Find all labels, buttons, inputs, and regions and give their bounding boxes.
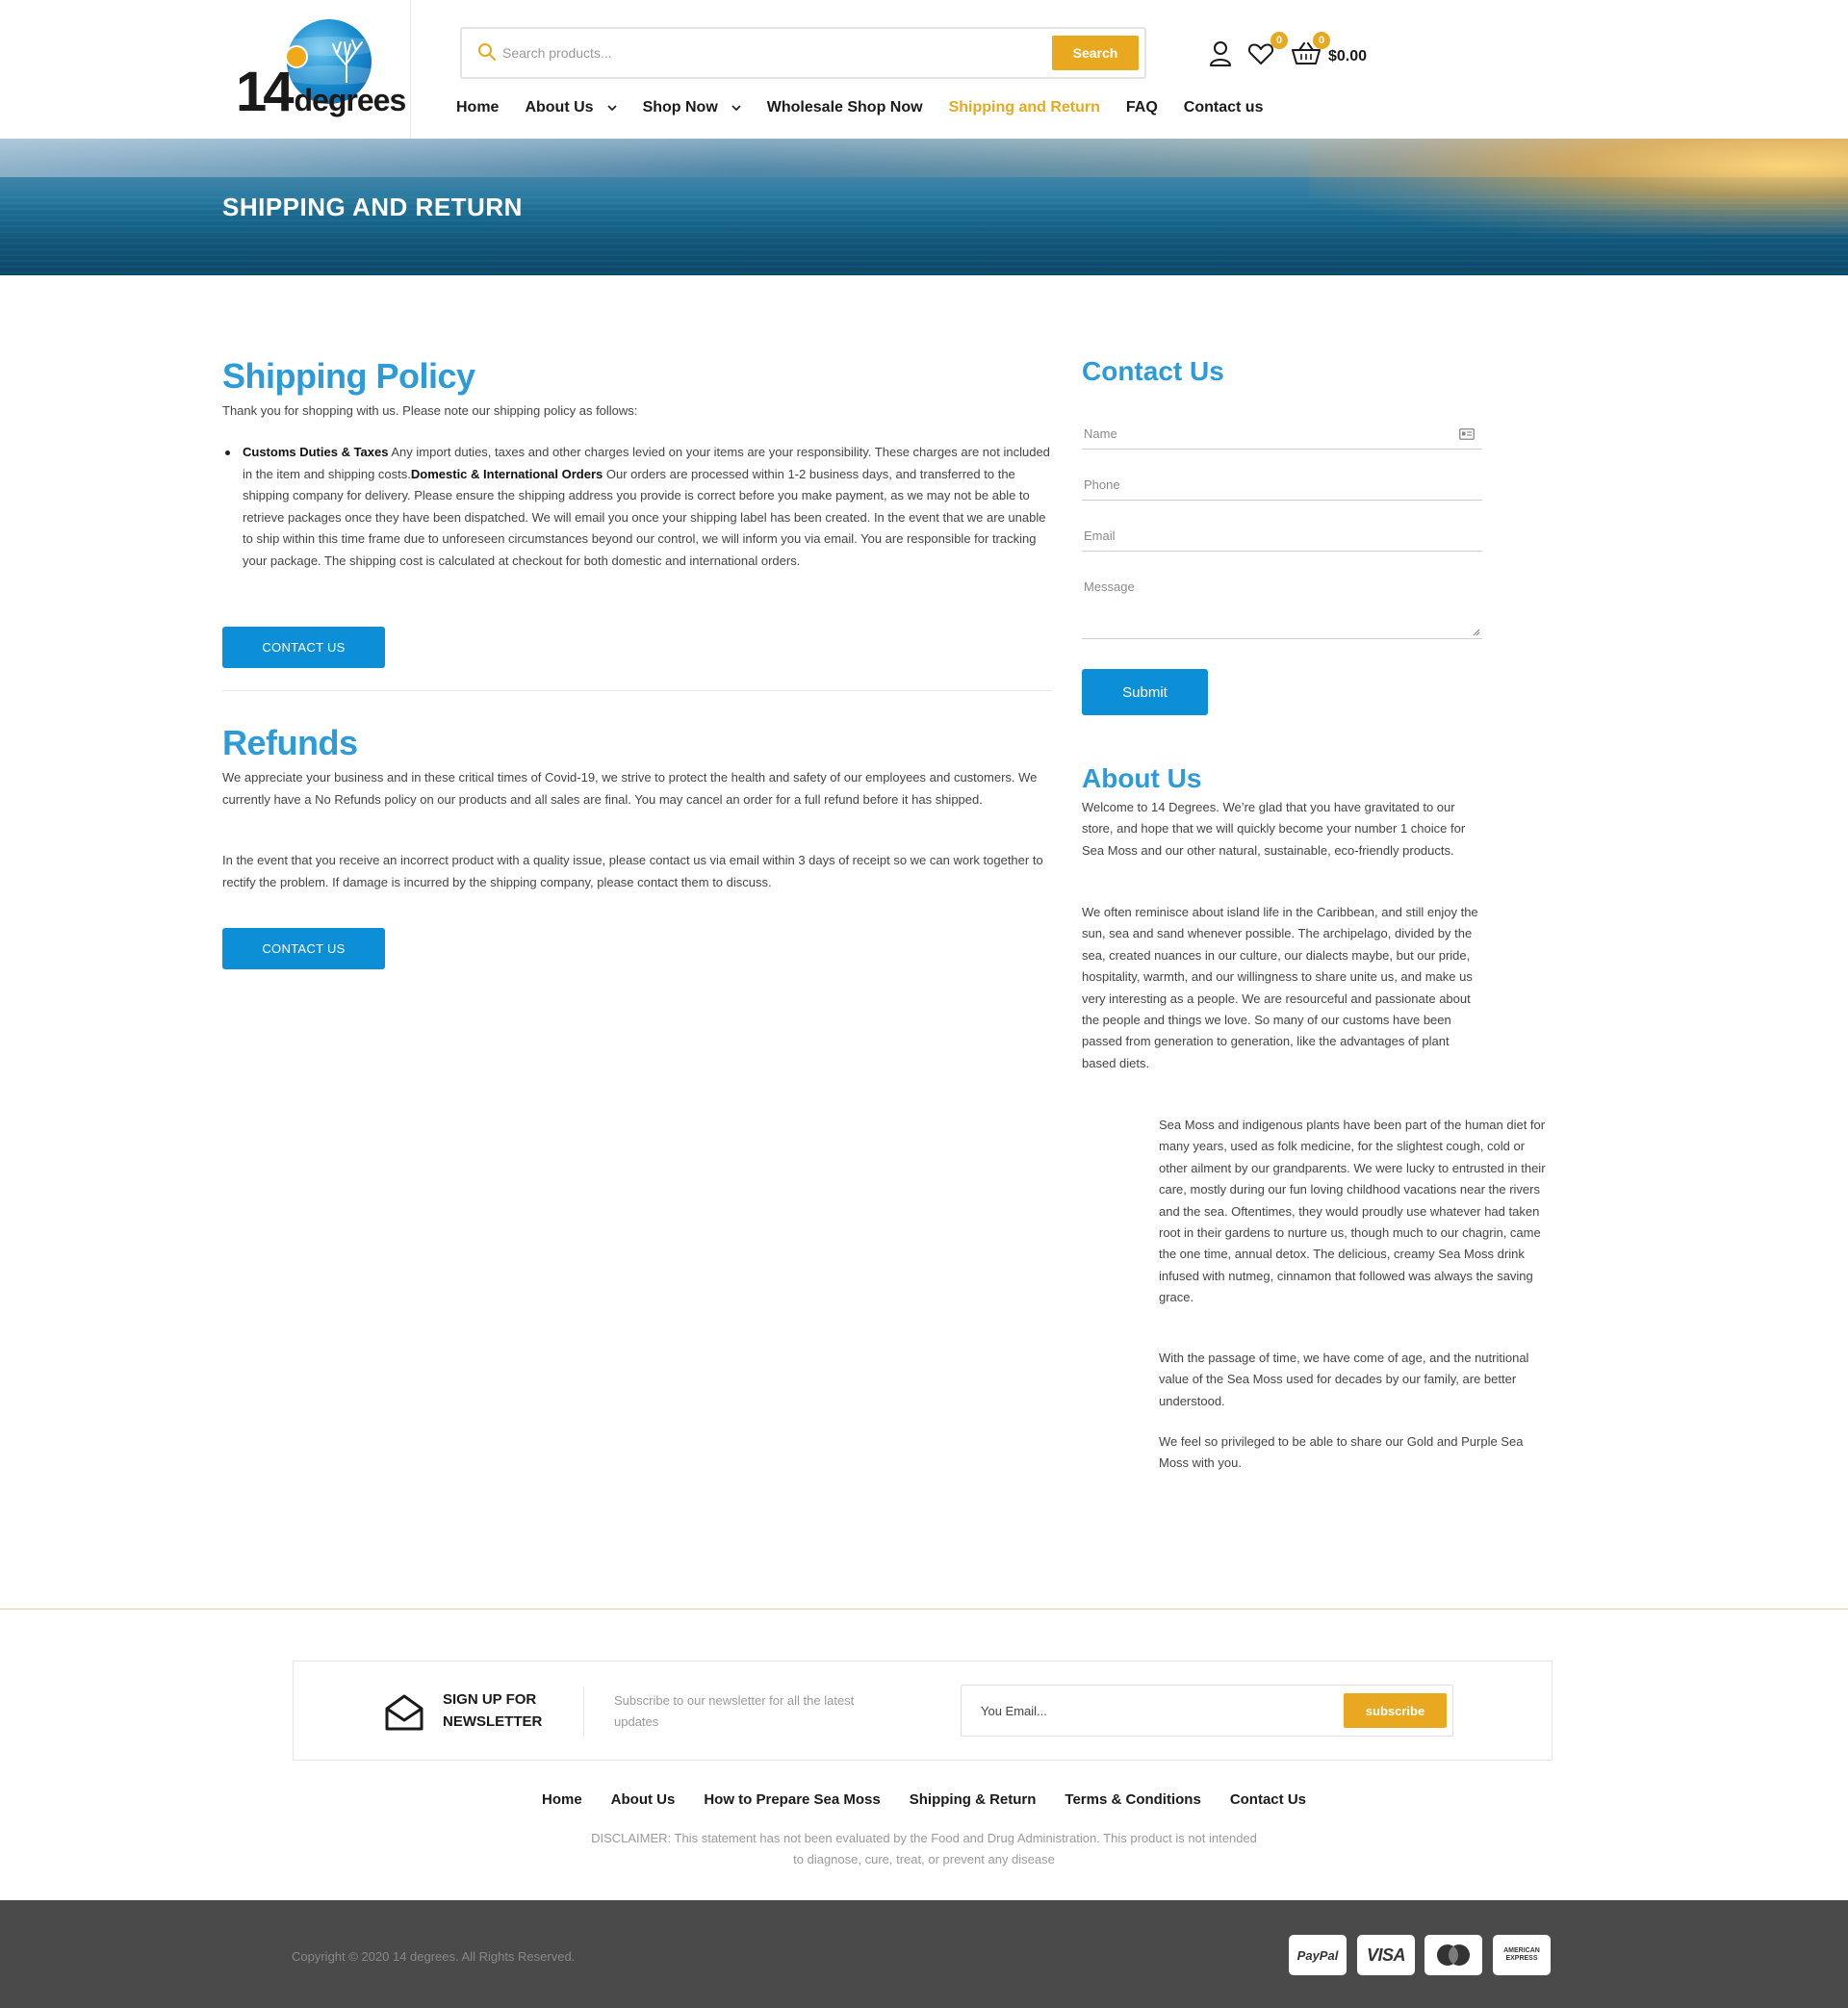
nav-label: About Us: [525, 99, 594, 116]
main-nav: Home About Us Shop Now Wholesale Shop No…: [456, 96, 1289, 119]
cart-count-badge: 0: [1313, 32, 1330, 49]
page-title: SHIPPING AND RETURN: [222, 193, 523, 221]
customs-label: Customs Duties & Taxes: [243, 445, 389, 459]
user-icon[interactable]: [1209, 40, 1232, 67]
orders-text: Our orders are processed within 1-2 busi…: [243, 466, 1046, 568]
nav-wholesale-shop-now[interactable]: Wholesale Shop Now: [767, 99, 923, 116]
about-paragraph: Welcome to 14 Degrees. We’re glad that y…: [1082, 800, 1466, 858]
search-input[interactable]: [502, 38, 1041, 68]
refunds-heading: Refunds: [222, 723, 358, 762]
contact-form-heading: Contact Us: [1082, 356, 1224, 386]
message-field-wrapper: [1082, 579, 1482, 639]
about-us-heading: About Us: [1082, 763, 1202, 793]
paypal-badge: PayPal: [1289, 1935, 1347, 1975]
search-bar: Search: [460, 27, 1146, 79]
nav-label: FAQ: [1125, 99, 1158, 116]
page-banner: SHIPPING AND RETURN: [0, 139, 1848, 275]
nav-label: Shipping and Return: [948, 99, 1100, 116]
list-bullet: [225, 451, 230, 455]
newsletter-description: Subscribe to our newsletter for all the …: [614, 1693, 855, 1729]
refunds-contact-button[interactable]: CONTACT US: [222, 928, 385, 969]
logo[interactable]: 14 degrees: [221, 0, 411, 139]
submit-button[interactable]: Submit: [1082, 669, 1208, 715]
envelope-open-icon: [385, 1694, 424, 1731]
visa-badge: VISA: [1357, 1935, 1415, 1975]
refunds-paragraph: In the event that you receive an incorre…: [222, 853, 1043, 889]
shipping-contact-button[interactable]: CONTACT US: [222, 627, 385, 668]
nav-about-us[interactable]: About Us: [525, 99, 617, 116]
amex-badge: AMERICAN EXPRESS: [1493, 1935, 1551, 1975]
logo-number: 14: [236, 61, 294, 123]
email-field-wrapper: [1082, 528, 1482, 552]
nav-contact-us[interactable]: Contact us: [1184, 99, 1264, 116]
newsletter-heading: SIGN UP FOR NEWSLETTER: [443, 1691, 543, 1730]
newsletter-form: subscribe: [961, 1685, 1453, 1737]
paypal-label: PayPal: [1296, 1947, 1339, 1963]
amex-label-line: AMERICAN: [1503, 1947, 1540, 1954]
name-field[interactable]: [1082, 426, 1482, 441]
footer-link-about-us[interactable]: About Us: [611, 1791, 676, 1808]
search-button[interactable]: Search: [1052, 36, 1139, 70]
newsletter-separator: [583, 1686, 584, 1737]
nav-shop-now[interactable]: Shop Now: [643, 99, 741, 116]
copyright: Copyright © 2020 14 degrees. All Rights …: [292, 1949, 576, 1964]
message-field[interactable]: [1082, 579, 1482, 633]
nav-shipping-and-return[interactable]: Shipping and Return: [949, 99, 1100, 116]
footer-link-contact-us[interactable]: Contact Us: [1230, 1791, 1306, 1808]
nav-label: Home: [456, 99, 500, 116]
chevron-down-icon: [606, 105, 617, 112]
shipping-intro: Thank you for shopping with us. Please n…: [222, 403, 638, 418]
cart-total[interactable]: $0.00: [1328, 48, 1367, 65]
newsletter-email-input[interactable]: [981, 1698, 1327, 1723]
id-card-icon: [1459, 428, 1475, 440]
section-divider: [222, 690, 1052, 691]
nav-label: Shop Now: [642, 99, 718, 116]
about-paragraph: We feel so privileged to be able to shar…: [1159, 1434, 1524, 1471]
site-header: 14degrees Search 0 0 $0.00 Home About Us: [0, 0, 1848, 139]
footer-link-terms[interactable]: Terms & Conditions: [1065, 1791, 1200, 1808]
footer-link-shipping-return[interactable]: Shipping & Return: [910, 1791, 1037, 1808]
phone-field-wrapper: [1082, 476, 1482, 501]
amex-label-line: EXPRESS: [1505, 1955, 1538, 1962]
visa-label: VISA: [1366, 1944, 1406, 1965]
about-paragraph: We often reminisce about island life in …: [1082, 905, 1478, 1070]
nav-label: Wholesale Shop Now: [766, 99, 923, 116]
amex-label: AMERICAN EXPRESS: [1503, 1947, 1540, 1963]
disclaimer: DISCLAIMER: This statement has not been …: [591, 1831, 1257, 1866]
logo-word: degrees: [294, 83, 407, 117]
about-paragraph: Sea Moss and indigenous plants have been…: [1159, 1118, 1546, 1305]
shipping-policy-heading: Shipping Policy: [222, 356, 475, 396]
heart-icon[interactable]: [1247, 42, 1274, 65]
footer-nav: Home About Us How to Prepare Sea Moss Sh…: [0, 1791, 1848, 1808]
logo-wordmark: 14 degrees: [236, 60, 407, 124]
newsletter-box: SIGN UP FOR NEWSLETTER Subscribe to our …: [293, 1660, 1553, 1761]
nav-home[interactable]: Home: [456, 99, 499, 116]
about-paragraph: With the passage of time, we have come o…: [1159, 1351, 1529, 1408]
subscribe-button[interactable]: subscribe: [1344, 1693, 1447, 1728]
phone-field[interactable]: [1082, 477, 1482, 492]
refunds-paragraph: We appreciate your business and in these…: [222, 770, 1038, 807]
shipping-policy-list: Customs Duties & Taxes Any import duties…: [225, 442, 1051, 572]
nav-label: Contact us: [1183, 99, 1264, 116]
footer-bottom-bar: Copyright © 2020 14 degrees. All Rights …: [0, 1900, 1848, 2008]
email-field[interactable]: [1082, 528, 1482, 543]
wishlist-count-badge: 0: [1270, 32, 1288, 49]
mastercard-badge: [1424, 1935, 1482, 1975]
footer-link-home[interactable]: Home: [542, 1791, 582, 1808]
nav-faq[interactable]: FAQ: [1126, 99, 1158, 116]
footer-link-prepare-sea-moss[interactable]: How to Prepare Sea Moss: [704, 1791, 880, 1808]
mastercard-icon: [1437, 1944, 1470, 1966]
chevron-down-icon: [732, 105, 741, 112]
name-field-wrapper: [1082, 425, 1482, 450]
search-icon: [478, 43, 496, 61]
orders-label: Domestic & International Orders: [410, 466, 603, 481]
resize-handle-icon[interactable]: [1473, 629, 1480, 636]
